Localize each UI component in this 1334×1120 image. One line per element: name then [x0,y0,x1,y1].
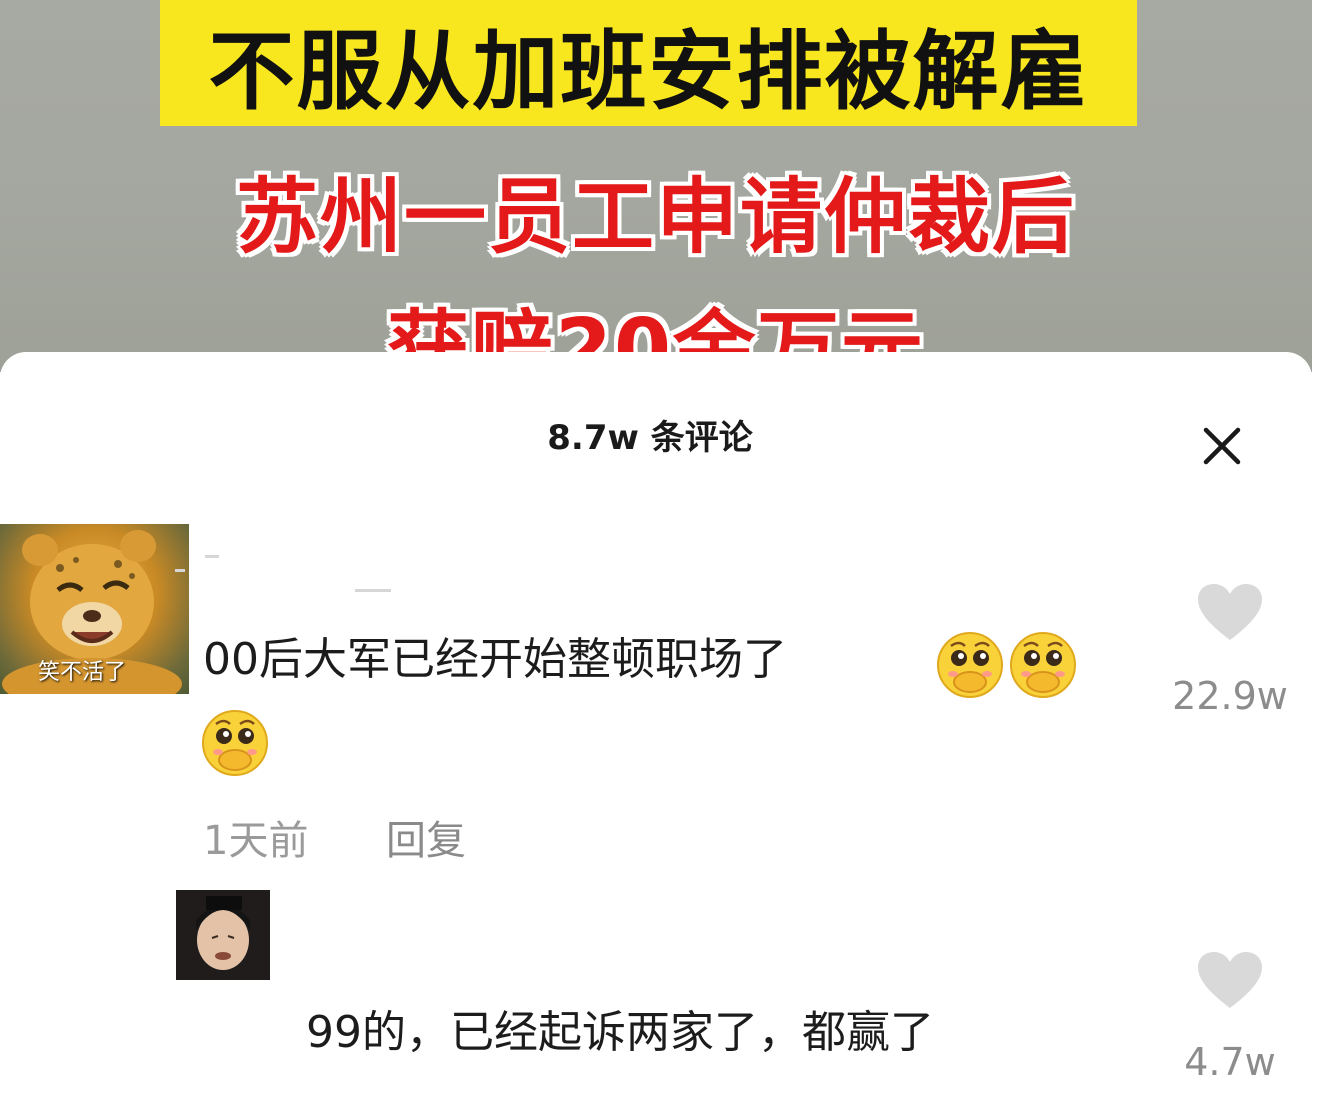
close-icon[interactable] [1198,422,1246,470]
username-redacted [175,547,425,593]
comment-timestamp: 1天前 [203,818,309,864]
like-count: 22.9w [1172,674,1288,718]
comments-sheet: 8.7w 条评论 笑不活了 00后大军已经开始整顿职场了 1天前 回复 22.9… [0,352,1312,1120]
like-count: 4.7w [1184,1040,1276,1084]
comment-text: 00后大军已经开始整顿职场了 [203,634,787,685]
covering-mouth-emoji-icon [937,632,1003,698]
person-avatar-image [176,890,270,980]
subheadline-line1: 苏州一员工申请仲裁后 [235,170,1076,265]
avatar[interactable] [176,890,270,980]
video-edge [1312,0,1334,372]
heart-icon[interactable] [1196,582,1264,644]
covering-mouth-emoji-icon [1010,632,1076,698]
comment-text: 99的，已经起诉两家了，都赢了 [306,1007,934,1058]
avatar-caption: 笑不活了 [38,660,127,685]
avatar[interactable]: 笑不活了 [0,524,189,694]
covering-mouth-emoji-icon [202,710,268,776]
reply-button[interactable]: 回复 [386,808,466,866]
video-background: 不服从加班安排被解雇 苏州一员工申请仲裁后 获赔20余万元 [0,0,1334,372]
headline-banner: 不服从加班安排被解雇 [160,0,1137,126]
comments-count-title: 8.7w 条评论 [547,418,753,458]
heart-icon[interactable] [1196,950,1264,1012]
headline-text: 不服从加班安排被解雇 [208,21,1089,122]
